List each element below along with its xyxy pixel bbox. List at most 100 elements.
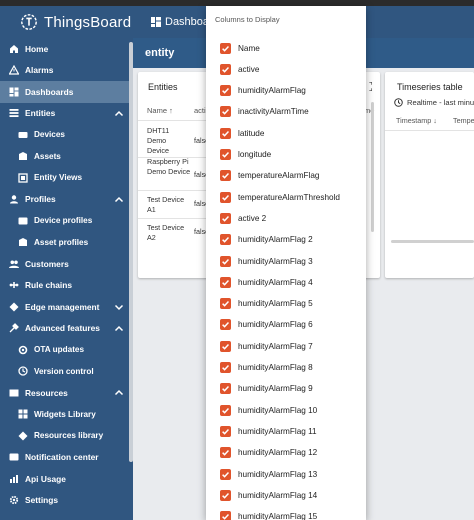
sidebar-item-version-control[interactable]: Version control [0, 361, 133, 383]
sidebar-item-label: Advanced features [25, 323, 100, 334]
column-option[interactable]: humidityAlarmFlag 2 [220, 233, 313, 247]
sidebar-item-advanced-features[interactable]: Advanced features [0, 318, 133, 340]
cell-name: Test Device A2 [147, 223, 185, 242]
column-header-active[interactable]: acti [194, 106, 206, 115]
column-option[interactable]: humidityAlarmFlag 3 [220, 254, 313, 268]
timeseries-scrollbar[interactable] [391, 240, 474, 243]
column-option[interactable]: humidityAlarmFlag 10 [220, 403, 317, 417]
sidebar-item-customers[interactable]: Customers [0, 253, 133, 275]
checkbox-checked-icon[interactable] [220, 234, 231, 246]
column-option-label: temperatureAlarmThreshold [238, 192, 340, 202]
columns-panel-title: Columns to Display [215, 15, 280, 24]
time-window[interactable]: Realtime - last minu [394, 98, 474, 107]
sidebar-item-asset-profiles[interactable]: Asset profiles [0, 232, 133, 254]
checkbox-checked-icon[interactable] [220, 319, 231, 331]
checkbox-checked-icon[interactable] [220, 127, 231, 139]
checkbox-checked-icon[interactable] [220, 340, 231, 352]
checkbox-checked-icon[interactable] [220, 404, 231, 416]
checkbox-checked-icon[interactable] [220, 149, 231, 160]
column-header-temperature[interactable]: Tempe [453, 116, 474, 125]
column-option[interactable]: temperatureAlarmFlag [220, 169, 319, 183]
sidebar-item-api-usage[interactable]: Api Usage [0, 468, 133, 490]
sidebar-item-notification-center[interactable]: Notification center [0, 447, 133, 469]
sidebar-item-entities[interactable]: Entities [0, 103, 133, 125]
checkbox-checked-icon[interactable] [220, 191, 231, 203]
sidebar-item-label: Asset profiles [34, 237, 89, 247]
sidebar-item-settings[interactable]: Settings [0, 490, 133, 512]
columns-to-display-panel: Columns to Display Name active humidityAla… [206, 6, 366, 520]
chevron-up-icon[interactable] [114, 109, 124, 119]
column-header-name[interactable]: Name ↑ [147, 106, 173, 115]
sidebar-item-profiles[interactable]: Profiles [0, 189, 133, 211]
checkbox-checked-icon[interactable] [220, 106, 231, 118]
checkbox-checked-icon[interactable] [220, 511, 231, 520]
sidebar-item-widgets-library[interactable]: Widgets Library [0, 404, 133, 426]
checkbox-checked-icon[interactable] [220, 63, 231, 75]
column-option[interactable]: longitude [220, 148, 271, 162]
sidebar-item-ota-updates[interactable]: OTA updates [0, 339, 133, 361]
column-option-label: humidityAlarmFlag 10 [238, 405, 318, 415]
checkbox-checked-icon[interactable] [220, 170, 231, 182]
checkbox-checked-icon[interactable] [220, 85, 231, 97]
column-option-label: humidityAlarmFlag 8 [238, 363, 313, 372]
chevron-up-icon[interactable] [114, 324, 124, 334]
column-option[interactable]: Name [220, 41, 260, 55]
chevron-up-icon[interactable] [114, 388, 124, 398]
sidebar-item-entity-views[interactable]: Entity Views [0, 167, 133, 189]
sidebar-item-edge-management[interactable]: Edge management [0, 296, 133, 318]
sidebar-item-alarms[interactable]: Alarms [0, 60, 133, 82]
thingsboard-logo-icon [21, 14, 37, 30]
column-option[interactable]: humidityAlarmFlag 5 [220, 297, 313, 311]
entities-scrollbar[interactable] [371, 102, 374, 232]
column-option[interactable]: humidityAlarmFlag 12 [220, 446, 317, 460]
advanced-features-icon [9, 323, 19, 333]
column-option[interactable]: latitude [220, 126, 264, 140]
sidebar-item-label: Assets [34, 151, 61, 161]
column-option[interactable]: humidityAlarmFlag 14 [220, 488, 317, 502]
column-option[interactable]: humidityAlarmFlag 6 [220, 318, 313, 332]
checkbox-checked-icon[interactable] [220, 447, 231, 459]
column-option[interactable]: humidityAlarmFlag 15 [220, 510, 317, 520]
sidebar-item-label: Resources library [34, 431, 104, 441]
column-option[interactable]: humidityAlarmFlag 7 [220, 339, 313, 353]
sidebar-item-assets[interactable]: Assets [0, 146, 133, 168]
checkbox-checked-icon[interactable] [220, 276, 231, 288]
rule-chains-icon [9, 280, 19, 290]
column-header-timestamp[interactable]: Timestamp ↓ [396, 116, 437, 125]
checkbox-checked-icon[interactable] [220, 362, 231, 373]
clock-icon [394, 98, 403, 107]
column-option[interactable]: active 2 [220, 211, 266, 225]
column-option[interactable]: humidityAlarmFlag 9 [220, 382, 313, 396]
column-option-label: humidityAlarmFlag 4 [238, 277, 313, 287]
column-option[interactable]: active [220, 62, 259, 76]
checkbox-checked-icon[interactable] [220, 42, 231, 54]
chevron-up-icon[interactable] [114, 195, 124, 205]
column-option[interactable]: humidityAlarmFlag 13 [220, 467, 317, 481]
devices-icon [18, 130, 28, 140]
checkbox-checked-icon[interactable] [220, 383, 231, 395]
checkbox-checked-icon[interactable] [220, 212, 231, 224]
column-option[interactable]: humidityAlarmFlag 8 [220, 361, 313, 375]
sort-arrow-icon: ↓ [433, 116, 437, 125]
column-option[interactable]: humidityAlarmFlag [220, 84, 306, 98]
sidebar-item-rule-chains[interactable]: Rule chains [0, 275, 133, 297]
sidebar-item-home[interactable]: Home [0, 38, 133, 60]
column-option[interactable]: inactivityAlarmTime [220, 105, 309, 119]
checkbox-checked-icon[interactable] [220, 468, 231, 480]
sidebar-item-devices[interactable]: Devices [0, 124, 133, 146]
column-option[interactable]: humidityAlarmFlag 11 [220, 424, 317, 438]
checkbox-checked-icon[interactable] [220, 489, 231, 501]
checkbox-checked-icon[interactable] [220, 255, 231, 267]
sidebar-item-dashboards[interactable]: Dashboards [0, 81, 133, 103]
sidebar-item-resources-library[interactable]: Resources library [0, 425, 133, 447]
checkbox-checked-icon[interactable] [220, 298, 231, 310]
sidebar-item-resources[interactable]: Resources [0, 382, 133, 404]
checkbox-checked-icon[interactable] [220, 425, 231, 437]
chevron-down-icon[interactable] [114, 302, 124, 312]
table-divider [385, 130, 474, 131]
column-option-label: humidityAlarmFlag 12 [238, 448, 318, 458]
sidebar-item-device-profiles[interactable]: Device profiles [0, 210, 133, 232]
app-logo[interactable]: ThingsBoard [0, 6, 133, 38]
column-option[interactable]: temperatureAlarmThreshold [220, 190, 340, 204]
column-option[interactable]: humidityAlarmFlag 4 [220, 275, 313, 289]
